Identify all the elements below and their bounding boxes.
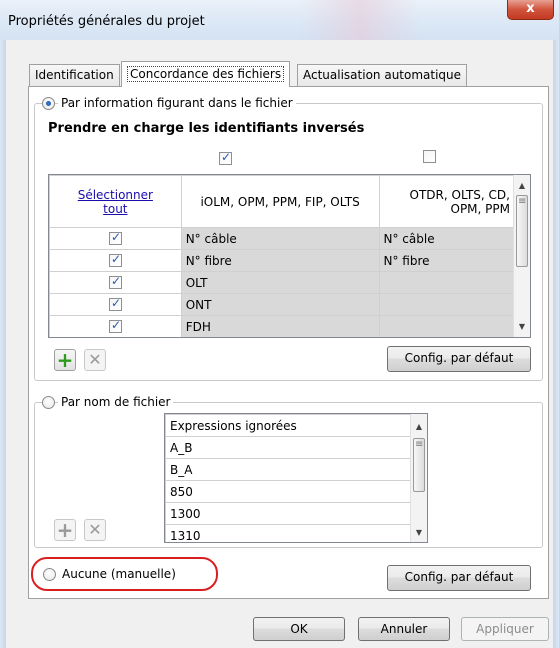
title-glare <box>300 0 420 40</box>
apply-button[interactable]: Appliquer <box>461 617 549 641</box>
tab-concordance[interactable]: Concordance des fichiers <box>121 61 291 87</box>
table-row[interactable]: FDH <box>49 315 515 337</box>
list-item-text: 1310 <box>165 524 411 542</box>
inverse-ids-header: Prendre en charge les identifiants inver… <box>48 121 365 136</box>
add-identifier-button[interactable]: + <box>54 349 76 371</box>
default-config-button-2[interactable]: Config. par défaut <box>387 565 531 591</box>
by-info-label: Par information figurant dans le fichier <box>58 96 296 110</box>
title-bar: Propriétés générales du projet x <box>0 0 559 40</box>
window-frame-right <box>553 40 559 648</box>
select-all-link[interactable]: Sélectionner tout <box>75 188 155 216</box>
table-cell: FDH <box>180 315 380 337</box>
close-x-icon: ✕ <box>88 520 102 539</box>
tab-actualisation[interactable]: Actualisation automatique <box>297 64 468 86</box>
row-checkbox[interactable] <box>109 230 122 245</box>
list-item-text: 850 <box>165 480 411 503</box>
table-cell: N° fibre <box>378 249 515 272</box>
list-item[interactable]: A_B <box>165 436 411 459</box>
table-row[interactable]: ONT <box>49 293 515 316</box>
row-checkbox[interactable] <box>109 274 122 289</box>
table-cell: N° fibre <box>180 249 380 272</box>
plus-icon: + <box>56 518 74 542</box>
inverse-col2-checkbox[interactable] <box>423 150 436 163</box>
by-info-radio[interactable] <box>42 97 55 110</box>
table-cell <box>378 293 515 316</box>
identifiers-scrollbar[interactable]: ▲ ▼ <box>513 175 530 337</box>
remove-identifier-button[interactable]: ✕ <box>84 349 106 371</box>
identifiers-grid: Sélectionner tout iOLM, OPM, PPM, FIP, O… <box>48 174 531 338</box>
chevron-up-icon[interactable]: ▲ <box>514 177 530 194</box>
tab-label: Concordance des fichiers <box>127 66 285 82</box>
chevron-down-icon[interactable]: ▼ <box>411 524 427 541</box>
column-header: iOLM, OPM, PPM, FIP, OLTS <box>180 175 380 228</box>
list-item-text: B_A <box>165 458 411 481</box>
default-config-button[interactable]: Config. par défaut <box>387 346 531 372</box>
table-cell: OLT <box>180 271 380 294</box>
ignored-expressions-list: Expressions ignorées A_B B_A 850 1300 13… <box>164 413 428 543</box>
list-item[interactable]: 1310 <box>165 524 411 542</box>
scroll-thumb[interactable] <box>516 195 528 267</box>
list-item-text: A_B <box>165 436 411 459</box>
chevron-up-icon[interactable]: ▲ <box>411 418 427 435</box>
list-item-text: 1300 <box>165 502 411 525</box>
highlight-ring <box>31 557 218 591</box>
row-checkbox[interactable] <box>109 296 122 311</box>
row-checkbox[interactable] <box>109 252 122 267</box>
close-x-icon: ✕ <box>88 350 102 369</box>
scroll-thumb[interactable] <box>413 438 425 492</box>
tab-identification[interactable]: Identification <box>29 64 120 86</box>
table-row[interactable]: OLT <box>49 271 515 294</box>
list-header: Expressions ignorées <box>165 414 411 437</box>
close-window-button[interactable]: x <box>507 0 554 20</box>
table-cell: N° câble <box>180 227 380 250</box>
close-icon: x <box>526 1 535 16</box>
add-expression-button[interactable]: + <box>54 519 76 541</box>
tab-label: Actualisation automatique <box>303 68 462 82</box>
inverse-col1-checkbox[interactable] <box>219 150 232 165</box>
cancel-button[interactable]: Annuler <box>358 617 450 641</box>
expressions-scrollbar[interactable]: ▲ ▼ <box>410 414 427 542</box>
window-title: Propriétés générales du projet <box>8 14 205 29</box>
table-cell: N° câble <box>378 227 515 250</box>
list-item[interactable]: 850 <box>165 480 411 503</box>
remove-expression-button[interactable]: ✕ <box>84 519 106 541</box>
plus-icon: + <box>56 348 74 372</box>
list-item[interactable]: B_A <box>165 458 411 481</box>
table-row[interactable]: N° câble N° câble <box>49 227 515 250</box>
row-checkbox[interactable] <box>109 318 122 333</box>
list-item[interactable]: 1300 <box>165 502 411 525</box>
table-cell: ONT <box>180 293 380 316</box>
column-header: OTDR, OLTS, CD, OPM, PPM <box>378 175 515 228</box>
chevron-down-icon[interactable]: ▼ <box>514 318 530 335</box>
by-name-radio[interactable] <box>42 396 55 409</box>
table-cell <box>378 271 515 294</box>
table-cell <box>378 315 515 337</box>
tab-label: Identification <box>35 68 114 82</box>
ok-button[interactable]: OK <box>253 617 345 641</box>
by-name-label: Par nom de fichier <box>58 395 174 409</box>
table-row[interactable]: N° fibre N° fibre <box>49 249 515 272</box>
